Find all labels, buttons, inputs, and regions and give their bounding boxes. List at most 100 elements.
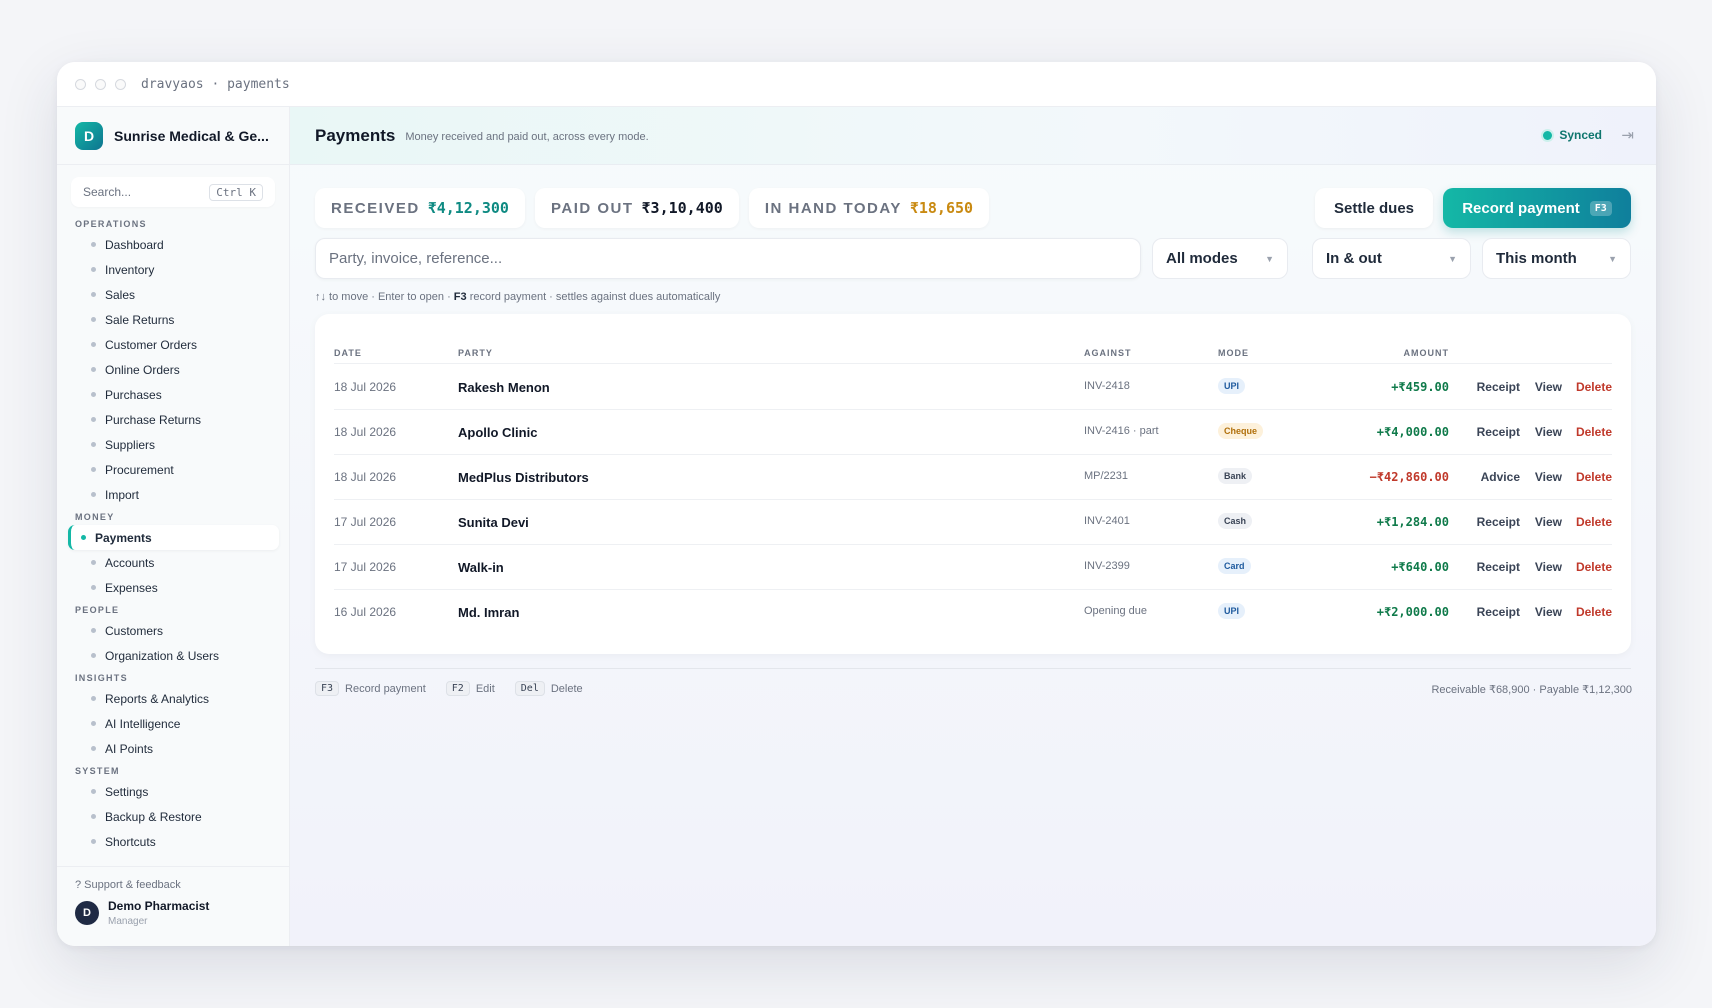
sidebar-item-label: Accounts bbox=[105, 555, 155, 570]
payments-table: DATE PARTY AGAINST MODE AMOUNT 18 Jul 20… bbox=[315, 314, 1631, 654]
stat-paid-label: PAID OUT bbox=[550, 199, 634, 217]
view-button[interactable]: View bbox=[1535, 605, 1562, 619]
footer-divider bbox=[315, 668, 1631, 669]
stat-paid-value: ₹3,10,400 bbox=[641, 199, 723, 217]
chevron-down-icon: ▼ bbox=[1265, 253, 1274, 264]
cell-against: MP/2231 bbox=[1084, 470, 1129, 482]
sidebar-item-online-orders[interactable]: Online Orders bbox=[68, 357, 279, 382]
sidebar-item-label: Reports & Analytics bbox=[105, 691, 210, 706]
sidebar-item-expenses[interactable]: Expenses bbox=[68, 575, 279, 600]
settle-dues-button[interactable]: Settle dues bbox=[1315, 188, 1433, 228]
cell-amount: +₹459.00 bbox=[1391, 380, 1449, 394]
table-row[interactable]: 17 Jul 2026 Walk-in INV-2399 Card +₹640.00 Re… bbox=[334, 545, 1612, 590]
window-close-control[interactable] bbox=[75, 78, 86, 90]
col-party[interactable]: PARTY bbox=[458, 348, 493, 358]
cell-amount: −₹42,860.00 bbox=[1369, 470, 1449, 484]
party-search-input[interactable]: Party, invoice, reference... bbox=[315, 238, 1141, 279]
bullet-icon bbox=[91, 442, 96, 447]
shortcut-label: Edit bbox=[475, 682, 495, 695]
sidebar-nav: OPERATIONS Dashboard Inventory Sales Sale Re… bbox=[57, 217, 289, 854]
brand[interactable]: D Sunrise Medical & Ge... bbox=[57, 107, 289, 165]
sidebar-section-label: SYSTEM bbox=[75, 766, 120, 776]
hint-post: record payment · settles against dues au… bbox=[466, 291, 721, 303]
sidebar-item-label: Procurement bbox=[105, 462, 174, 477]
sidebar-item-payments[interactable]: Payments bbox=[68, 525, 279, 550]
sidebar-item-settings[interactable]: Settings bbox=[68, 779, 279, 804]
sidebar-item-backup-restore[interactable]: Backup & Restore bbox=[68, 804, 279, 829]
bullet-icon bbox=[91, 392, 96, 397]
col-mode[interactable]: MODE bbox=[1218, 348, 1249, 358]
receipt-button[interactable]: Receipt bbox=[1477, 560, 1520, 574]
sidebar-item-purchases[interactable]: Purchases bbox=[68, 382, 279, 407]
view-button[interactable]: View bbox=[1535, 515, 1562, 529]
sidebar-item-dashboard[interactable]: Dashboard bbox=[68, 232, 279, 257]
sidebar-item-sales[interactable]: Sales bbox=[68, 282, 279, 307]
user-profile[interactable]: D Demo Pharmacist Manager bbox=[57, 891, 289, 927]
delete-button[interactable]: Delete bbox=[1576, 380, 1612, 394]
shortcut-key: Del bbox=[514, 681, 545, 696]
view-button[interactable]: View bbox=[1535, 425, 1562, 439]
sidebar-item-suppliers[interactable]: Suppliers bbox=[68, 432, 279, 457]
col-date[interactable]: DATE bbox=[334, 348, 362, 358]
delete-button[interactable]: Delete bbox=[1576, 515, 1612, 529]
bullet-icon bbox=[91, 721, 96, 726]
sidebar-item-customers[interactable]: Customers bbox=[68, 618, 279, 643]
search-input[interactable]: Search... bbox=[83, 185, 131, 199]
bullet-icon bbox=[91, 585, 96, 590]
window-minimize-control[interactable] bbox=[95, 78, 106, 90]
sidebar-item-procurement[interactable]: Procurement bbox=[68, 457, 279, 482]
receipt-button[interactable]: Receipt bbox=[1477, 515, 1520, 529]
record-payment-button[interactable]: Record payment F3 bbox=[1443, 188, 1631, 228]
title-bar: dravyaos · payments bbox=[57, 62, 1656, 107]
cell-against: Opening due bbox=[1084, 605, 1147, 617]
sidebar-item-import[interactable]: Import bbox=[68, 482, 279, 507]
delete-button[interactable]: Delete bbox=[1576, 605, 1612, 619]
sidebar-item-ai-points[interactable]: AI Points bbox=[68, 736, 279, 761]
period-select[interactable]: This month ▼ bbox=[1482, 238, 1631, 279]
sidebar-search[interactable]: Search... Ctrl K bbox=[71, 177, 275, 207]
chevron-down-icon: ▼ bbox=[1608, 253, 1617, 264]
sidebar-item-sale-returns[interactable]: Sale Returns bbox=[68, 307, 279, 332]
bullet-icon bbox=[91, 653, 96, 658]
mode-select-value: All modes bbox=[1166, 250, 1238, 267]
col-amount[interactable]: AMOUNT bbox=[1404, 348, 1450, 358]
table-row[interactable]: 18 Jul 2026 MedPlus Distributors MP/2231 Ba… bbox=[334, 455, 1612, 500]
sidebar-item-label: Online Orders bbox=[105, 362, 180, 377]
advice-button[interactable]: Advice bbox=[1481, 470, 1520, 484]
table-row[interactable]: 18 Jul 2026 Rakesh Menon INV-2418 UPI +₹459.… bbox=[334, 365, 1612, 410]
main-content: Payments Money received and paid out, ac… bbox=[290, 107, 1656, 946]
sidebar-item-accounts[interactable]: Accounts bbox=[68, 550, 279, 575]
dues-summary: Receivable ₹68,900 · Payable ₹1,12,300 bbox=[1431, 684, 1632, 696]
mode-select[interactable]: All modes ▼ bbox=[1152, 238, 1288, 279]
sidebar-item-purchase-returns[interactable]: Purchase Returns bbox=[68, 407, 279, 432]
table-row[interactable]: 18 Jul 2026 Apollo Clinic INV-2416 · part C… bbox=[334, 410, 1612, 455]
table-row[interactable]: 17 Jul 2026 Sunita Devi INV-2401 Cash +₹1,28… bbox=[334, 500, 1612, 545]
receipt-button[interactable]: Receipt bbox=[1477, 425, 1520, 439]
direction-select[interactable]: In & out ▼ bbox=[1312, 238, 1471, 279]
delete-button[interactable]: Delete bbox=[1576, 425, 1612, 439]
sidebar-item-inventory[interactable]: Inventory bbox=[68, 257, 279, 282]
sidebar-item-reports-analytics[interactable]: Reports & Analytics bbox=[68, 686, 279, 711]
view-button[interactable]: View bbox=[1535, 470, 1562, 484]
sidebar-item-organization-users[interactable]: Organization & Users bbox=[68, 643, 279, 668]
logout-icon[interactable]: ⇥ bbox=[1621, 126, 1634, 144]
delete-button[interactable]: Delete bbox=[1576, 560, 1612, 574]
view-button[interactable]: View bbox=[1535, 560, 1562, 574]
sidebar-item-customer-orders[interactable]: Customer Orders bbox=[68, 332, 279, 357]
col-against[interactable]: AGAINST bbox=[1084, 348, 1132, 358]
window-zoom-control[interactable] bbox=[115, 78, 126, 90]
view-button[interactable]: View bbox=[1535, 380, 1562, 394]
sidebar-item-label: Dashboard bbox=[105, 237, 164, 252]
sidebar-item-shortcuts[interactable]: Shortcuts bbox=[68, 829, 279, 854]
support-link[interactable]: ? Support & feedback bbox=[57, 867, 289, 891]
cell-party: Rakesh Menon bbox=[458, 380, 550, 395]
cell-against: INV-2399 bbox=[1084, 560, 1130, 572]
delete-button[interactable]: Delete bbox=[1576, 470, 1612, 484]
sidebar-item-label: Customer Orders bbox=[105, 337, 198, 352]
sidebar-item-ai-intelligence[interactable]: AI Intelligence bbox=[68, 711, 279, 736]
direction-select-value: In & out bbox=[1326, 250, 1382, 267]
cell-date: 17 Jul 2026 bbox=[334, 515, 397, 529]
receipt-button[interactable]: Receipt bbox=[1477, 605, 1520, 619]
receipt-button[interactable]: Receipt bbox=[1477, 380, 1520, 394]
table-row[interactable]: 16 Jul 2026 Md. Imran Opening due UPI +₹2,00… bbox=[334, 590, 1612, 635]
